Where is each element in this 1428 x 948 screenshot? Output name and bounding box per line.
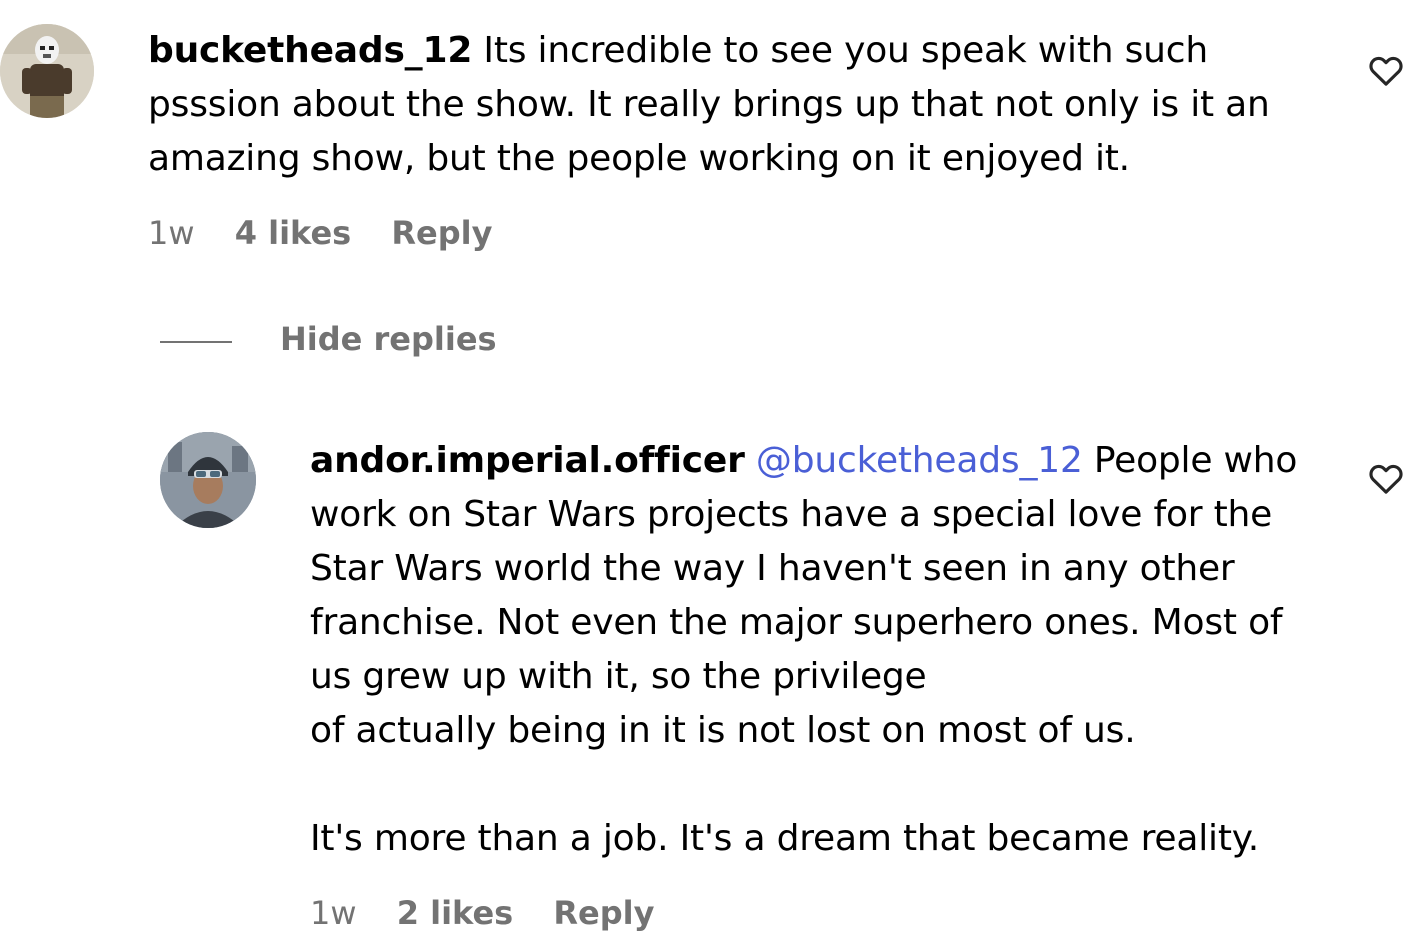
reply-button[interactable]: Reply [553,894,654,932]
reply-meta: 1w 2 likes Reply [310,894,684,932]
comment-meta: 1w 4 likes Reply [148,214,522,252]
comment-time: 1w [148,214,195,252]
heart-outline-icon [1369,464,1403,494]
avatar[interactable] [0,24,94,118]
comment-text-segment: Its incredible to see you speak with suc… [483,30,1209,71]
divider-line [160,341,232,343]
reply-text: andor.imperial.officer @bucketheads_12 P… [310,434,1340,866]
comment-line: amazing show, but the people working on … [148,138,1130,179]
avatar[interactable] [160,432,256,528]
reply-line: franchise. Not even the major superhero … [310,602,1283,643]
stormtrooper-avatar-icon [0,24,94,118]
reply-username[interactable]: andor.imperial.officer [310,440,745,481]
paragraph-break [310,758,1340,812]
reply-line: Star Wars world the way I haven't seen i… [310,548,1235,589]
comment-username[interactable]: bucketheads_12 [148,30,472,71]
likes-count[interactable]: 4 likes [235,214,352,252]
comment-text: bucketheads_12 Its incredible to see you… [148,24,1318,186]
reply-time: 1w [310,894,357,932]
imperial-officer-avatar-icon [160,432,256,528]
hide-replies-label: Hide replies [280,320,497,358]
comment-line: psssion about the show. It really brings… [148,84,1270,125]
heart-outline-icon [1369,56,1403,86]
reply-line: us grew up with it, so the privilege [310,656,927,697]
reply-button[interactable]: Reply [391,214,492,252]
reply-line: andor.imperial.officer @bucketheads_12 P… [310,434,1340,488]
reply-line: work on Star Wars projects have a specia… [310,494,1273,535]
reply-text-segment: People who [1093,440,1298,481]
comment-line: bucketheads_12 Its incredible to see you… [148,24,1318,78]
mention-link[interactable]: @bucketheads_12 [756,440,1083,481]
reply-line: It's more than a job. It's a dream that … [310,818,1259,859]
reply-line: of actually being in it is not lost on m… [310,710,1136,751]
likes-count[interactable]: 2 likes [397,894,514,932]
comment: bucketheads_12 Its incredible to see you… [0,0,1428,290]
like-heart-icon[interactable] [1366,50,1406,90]
reply-comment: andor.imperial.officer @bucketheads_12 P… [0,420,1428,948]
like-heart-icon[interactable] [1366,458,1406,498]
